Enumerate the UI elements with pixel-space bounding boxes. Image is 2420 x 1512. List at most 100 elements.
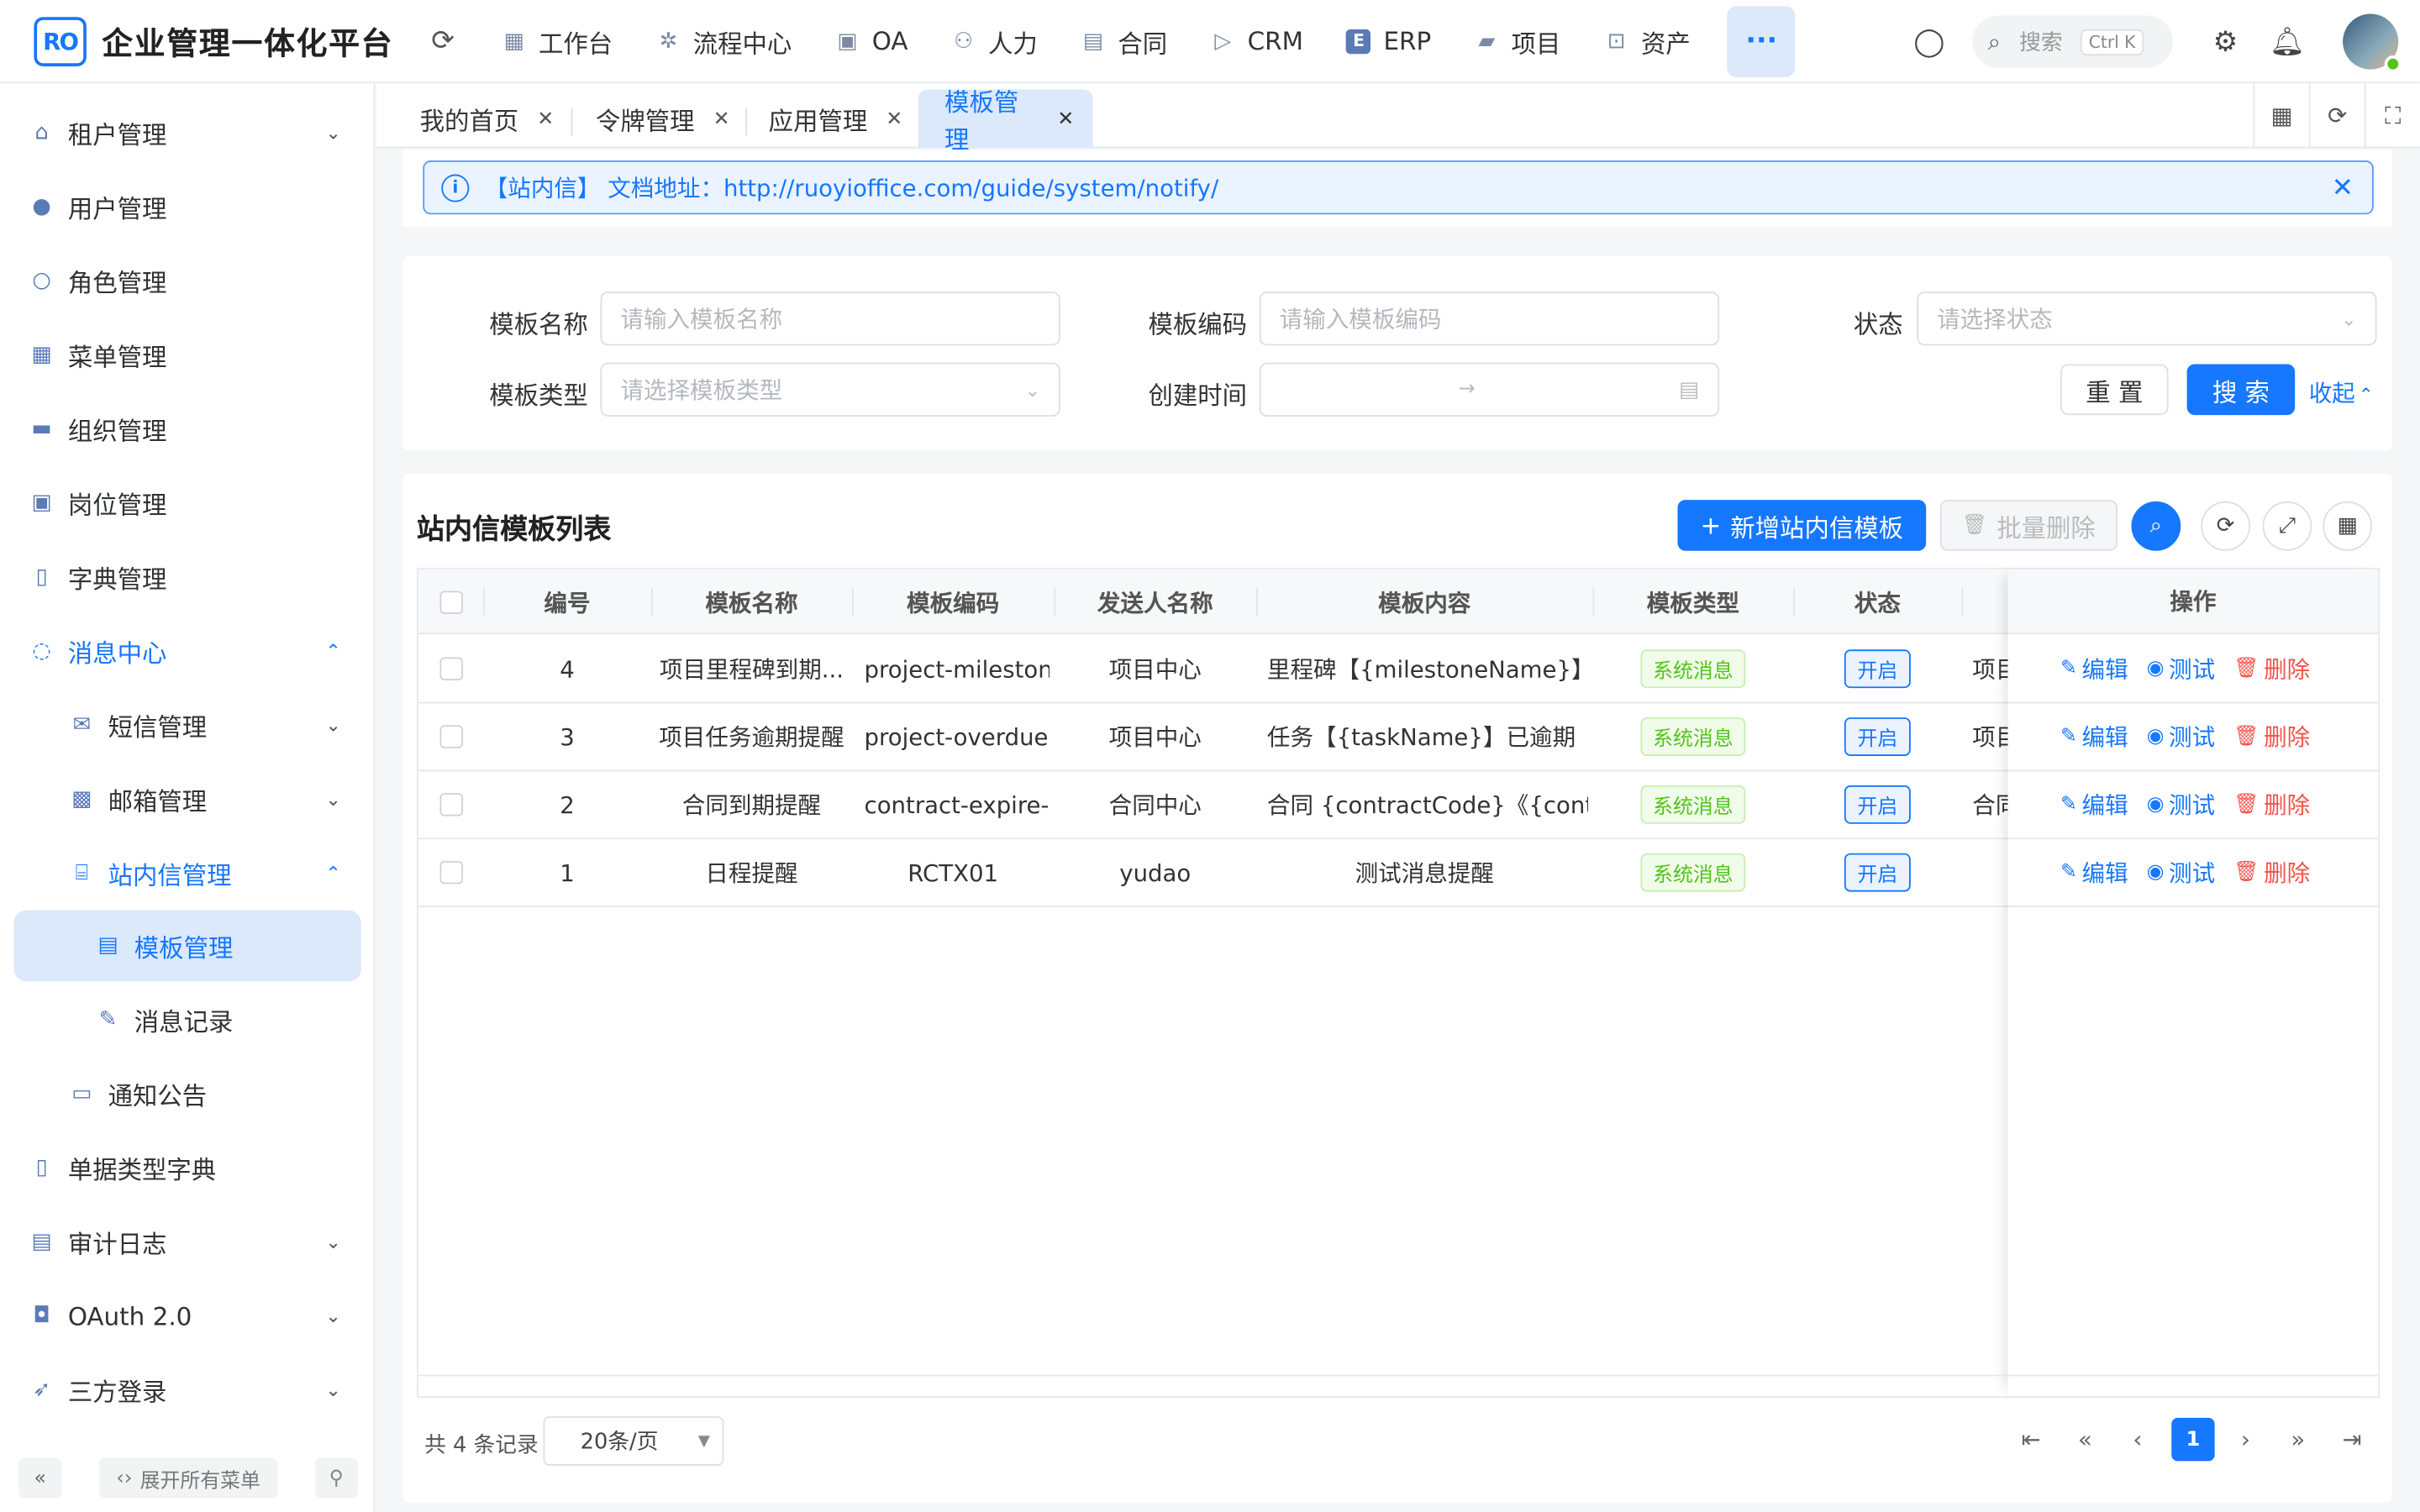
- row-checkbox[interactable]: [439, 793, 463, 816]
- topnav-project[interactable]: ▰ 项目: [1453, 0, 1582, 82]
- tab-grid-icon[interactable]: ▦: [2253, 83, 2309, 149]
- template-code-input[interactable]: 请输入模板编码: [1259, 291, 1720, 346]
- horizontal-scrollbar[interactable]: [418, 1374, 2379, 1396]
- delete-button[interactable]: 🗑︎ 删除: [2233, 721, 2310, 753]
- next-page-icon[interactable]: ›: [2224, 1418, 2267, 1461]
- test-button[interactable]: ◉ 测试: [2147, 653, 2215, 685]
- col-id[interactable]: 编号: [483, 570, 651, 634]
- edit-button[interactable]: ✎ 编辑: [2060, 721, 2128, 753]
- sidebar-item-tenant[interactable]: ⌂ 租户管理 ⌄: [0, 96, 375, 170]
- search-button[interactable]: 搜 索: [2186, 364, 2296, 416]
- delete-button[interactable]: 🗑︎ 删除: [2233, 856, 2310, 889]
- select-all-checkbox[interactable]: [439, 590, 463, 614]
- topnav-workflow[interactable]: ✲ 流程中心: [634, 0, 813, 82]
- fullscreen-icon[interactable]: ⤢: [2262, 501, 2312, 551]
- sidebar-item-notice[interactable]: ▭ 通知公告: [0, 1057, 375, 1131]
- topnav-erp[interactable]: E ERP: [1325, 0, 1453, 82]
- test-button[interactable]: ◉ 测试: [2147, 856, 2215, 889]
- more-menu-button[interactable]: ···: [1727, 5, 1796, 76]
- close-icon[interactable]: ✕: [713, 108, 730, 131]
- page-size-select[interactable]: 20条/页 ▼: [543, 1416, 724, 1466]
- topnav-crm[interactable]: ▷ CRM: [1189, 0, 1325, 82]
- sidebar-item-doc-type[interactable]: ▯ 单据类型字典: [0, 1131, 375, 1205]
- sidebar-item-oauth[interactable]: ◘ OAuth 2.0 ⌄: [0, 1279, 375, 1353]
- row-checkbox[interactable]: [439, 725, 463, 748]
- sidebar-item-social-login[interactable]: ➶ 三方登录 ⌄: [0, 1353, 375, 1427]
- refresh-icon[interactable]: ⟳: [2201, 501, 2250, 551]
- col-name[interactable]: 模板名称: [651, 570, 852, 634]
- alert-text[interactable]: 【站内信】 文档地址：http://ruoyioffice.com/guide/…: [485, 171, 1219, 204]
- sidebar-item-audit[interactable]: ▤ 审计日志 ⌄: [0, 1205, 375, 1278]
- batch-delete-button[interactable]: 🗑︎ 批量删除: [1939, 500, 2118, 551]
- test-button[interactable]: ◉ 测试: [2147, 721, 2215, 753]
- close-icon[interactable]: ✕: [1057, 108, 1074, 131]
- tab-refresh-icon[interactable]: ⟳: [2308, 83, 2365, 149]
- last-page-icon[interactable]: ⇥: [2330, 1418, 2373, 1461]
- first-page-icon[interactable]: ⇤: [2009, 1418, 2052, 1461]
- trash-icon: 🗑︎: [2233, 860, 2260, 885]
- row-checkbox[interactable]: [439, 657, 463, 680]
- reset-button[interactable]: 重 置: [2060, 364, 2169, 416]
- sidebar-item-sms[interactable]: ✉ 短信管理 ⌄: [0, 688, 375, 762]
- delete-button[interactable]: 🗑︎ 删除: [2233, 653, 2310, 685]
- topnav-oa[interactable]: ▣ OA: [813, 0, 929, 82]
- message-icon[interactable]: ◯: [1898, 11, 1960, 72]
- settings-gear-icon[interactable]: ⚙: [2195, 11, 2256, 72]
- user-avatar[interactable]: [2343, 13, 2402, 73]
- test-button[interactable]: ◉ 测试: [2147, 789, 2215, 822]
- col-content[interactable]: 模板内容: [1256, 570, 1592, 634]
- topnav-asset[interactable]: ⊡ 资产: [1582, 0, 1712, 82]
- sidebar-item-role[interactable]: ○ 角色管理: [0, 244, 375, 318]
- sidebar-item-message-center[interactable]: ◌ 消息中心 ⌃: [0, 614, 375, 688]
- row-checkbox[interactable]: [439, 860, 463, 885]
- global-search[interactable]: ⌕ 搜索 Ctrl K: [1972, 15, 2174, 68]
- erp-icon: E: [1346, 28, 1371, 54]
- col-code[interactable]: 模板编码: [852, 570, 1055, 634]
- template-name-input[interactable]: 请输入模板名称: [600, 291, 1060, 346]
- sidebar-item-org[interactable]: ▬ 组织管理: [0, 392, 375, 466]
- tab-app[interactable]: 应用管理 ✕: [750, 90, 922, 149]
- pin-sidebar-button[interactable]: ⚲: [314, 1457, 359, 1499]
- edit-button[interactable]: ✎ 编辑: [2060, 653, 2128, 685]
- sidebar-item-dict[interactable]: ▯ 字典管理: [0, 540, 375, 614]
- close-icon[interactable]: ✕: [537, 108, 554, 131]
- delete-button[interactable]: 🗑︎ 删除: [2233, 789, 2310, 822]
- col-sender[interactable]: 发送人名称: [1054, 570, 1256, 634]
- tab-template[interactable]: 模板管理 ✕: [918, 88, 1093, 155]
- close-icon[interactable]: ✕: [2332, 172, 2354, 203]
- column-settings-icon[interactable]: ▦: [2323, 501, 2373, 551]
- topnav-workbench[interactable]: ▦ 工作台: [480, 0, 634, 82]
- close-icon[interactable]: ✕: [886, 108, 902, 131]
- sidebar-item-template[interactable]: ▤ 模板管理: [13, 910, 361, 982]
- col-status[interactable]: 状态: [1793, 570, 1961, 634]
- template-type-select[interactable]: 请选择模板类型 ⌄: [600, 362, 1060, 417]
- add-template-button[interactable]: + 新增站内信模板: [1677, 500, 1927, 551]
- fullscreen-icon[interactable]: ⛶: [2364, 83, 2420, 149]
- prev-page-icon[interactable]: ‹: [2116, 1418, 2159, 1461]
- sidebar-item-menu[interactable]: ▦ 菜单管理: [0, 318, 375, 391]
- edit-button[interactable]: ✎ 编辑: [2060, 856, 2128, 889]
- refresh-icon[interactable]: ⟳: [428, 24, 459, 57]
- created-time-range-picker[interactable]: → ▤: [1259, 362, 1720, 417]
- col-type[interactable]: 模板类型: [1592, 570, 1793, 634]
- page-number-current[interactable]: 1: [2171, 1417, 2215, 1462]
- sidebar-item-mailbox[interactable]: ▩ 邮箱管理 ⌄: [0, 762, 375, 836]
- expand-all-button[interactable]: ‹› 展开所有菜单: [98, 1457, 278, 1499]
- status-select[interactable]: 请选择状态 ⌄: [1917, 291, 2377, 346]
- prev-group-icon[interactable]: «: [2064, 1418, 2107, 1461]
- edit-button[interactable]: ✎ 编辑: [2060, 789, 2128, 822]
- tab-token[interactable]: 令牌管理 ✕: [577, 90, 749, 149]
- sidebar-item-user[interactable]: ● 用户管理: [0, 170, 375, 244]
- bell-icon[interactable]: 🔔︎: [2256, 11, 2317, 72]
- logo[interactable]: RO 企业管理一体化平台: [34, 16, 393, 66]
- collapse-form-link[interactable]: 收起 ⌃: [2309, 376, 2374, 409]
- tab-home[interactable]: 我的首页 ✕: [402, 90, 573, 149]
- collapse-sidebar-button[interactable]: «: [18, 1457, 62, 1499]
- sidebar-item-message-log[interactable]: ✎ 消息记录: [0, 983, 375, 1057]
- topnav-contract[interactable]: ▤ 合同: [1060, 0, 1189, 82]
- next-group-icon[interactable]: »: [2276, 1418, 2319, 1461]
- toggle-search-icon[interactable]: ⌕: [2131, 501, 2181, 551]
- sidebar-item-post[interactable]: ▣ 岗位管理: [0, 466, 375, 540]
- sidebar-item-notify[interactable]: ⌸ 站内信管理 ⌃: [0, 836, 375, 910]
- topnav-hr[interactable]: ⚇ 人力: [929, 0, 1059, 82]
